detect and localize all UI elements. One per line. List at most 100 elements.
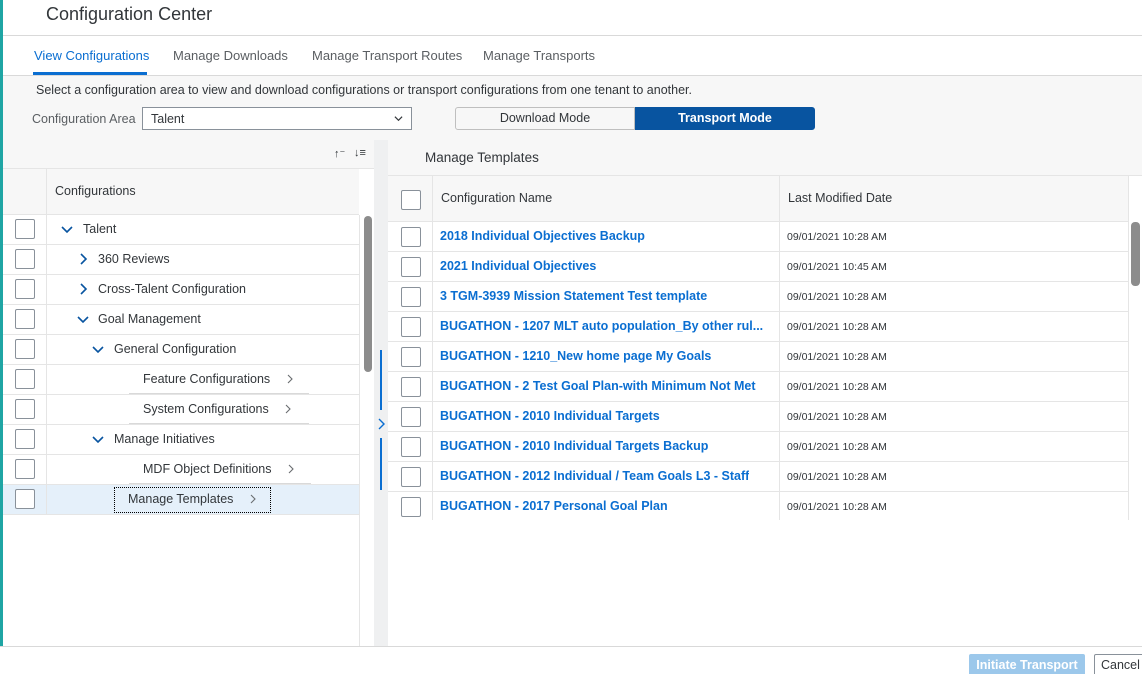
- table-row[interactable]: BUGATHON - 1207 MLT auto population_By o…: [388, 312, 1128, 342]
- chevron-right-icon[interactable]: [77, 253, 89, 265]
- configuration-name-link[interactable]: BUGATHON - 2010 Individual Targets Backu…: [440, 439, 708, 453]
- tree-row-manage-initiatives[interactable]: Manage Initiatives: [3, 425, 359, 455]
- footer-toolbar: Initiate Transport Cancel: [0, 646, 1142, 674]
- row-checkbox[interactable]: [401, 467, 421, 487]
- cancel-button[interactable]: Cancel: [1094, 654, 1142, 674]
- last-modified-date: 09/01/2021 10:28 AM: [787, 231, 887, 243]
- configuration-area-value: Talent: [151, 112, 185, 126]
- sort-ascending-icon[interactable]: ↑⁻: [334, 147, 345, 160]
- configuration-name-link[interactable]: BUGATHON - 2017 Personal Goal Plan: [440, 499, 668, 513]
- table-row[interactable]: BUGATHON - 2 Test Goal Plan-with Minimum…: [388, 372, 1128, 402]
- tree-row-mdf-object-definitions[interactable]: MDF Object Definitions: [3, 455, 359, 485]
- row-checkbox[interactable]: [15, 459, 35, 479]
- tree-scrollbar[interactable]: [359, 215, 374, 646]
- row-checkbox[interactable]: [401, 317, 421, 337]
- tree-label: Manage Initiatives: [114, 432, 215, 446]
- row-checkbox[interactable]: [401, 227, 421, 247]
- tab-view-configurations[interactable]: View Configurations: [34, 48, 149, 63]
- row-checkbox[interactable]: [401, 257, 421, 277]
- configuration-name-link[interactable]: BUGATHON - 1210_New home page My Goals: [440, 349, 711, 363]
- configuration-name-link[interactable]: BUGATHON - 2012 Individual / Team Goals …: [440, 469, 749, 483]
- last-modified-date: 09/01/2021 10:28 AM: [787, 441, 887, 453]
- row-checkbox[interactable]: [401, 287, 421, 307]
- table-row[interactable]: BUGATHON - 2010 Individual Targets Backu…: [388, 432, 1128, 462]
- tree-scrollbar-thumb[interactable]: [364, 216, 372, 372]
- configuration-name-link[interactable]: BUGATHON - 1207 MLT auto population_By o…: [440, 319, 763, 333]
- table-scrollbar-thumb[interactable]: [1131, 222, 1140, 286]
- column-header-configuration-name[interactable]: Configuration Name: [441, 191, 552, 205]
- tab-manage-downloads[interactable]: Manage Downloads: [173, 48, 288, 63]
- navigation-arrow-icon[interactable]: [248, 494, 258, 504]
- row-checkbox[interactable]: [15, 429, 35, 449]
- configuration-name-link[interactable]: 3 TGM-3939 Mission Statement Test templa…: [440, 289, 707, 303]
- last-modified-date: 09/01/2021 10:28 AM: [787, 411, 887, 423]
- configuration-area-label: Configuration Area: [32, 112, 136, 126]
- tree-toolbar: ↑⁻ ↓≡: [3, 140, 374, 169]
- chevron-down-icon[interactable]: [77, 313, 89, 325]
- last-modified-date: 09/01/2021 10:45 AM: [787, 261, 887, 273]
- initiate-transport-button[interactable]: Initiate Transport: [969, 654, 1085, 674]
- row-checkbox[interactable]: [401, 407, 421, 427]
- tree-label: System Configurations: [143, 402, 269, 416]
- table-row[interactable]: BUGATHON - 2010 Individual Targets 09/01…: [388, 402, 1128, 432]
- table-row[interactable]: 2018 Individual Objectives Backup 09/01/…: [388, 222, 1128, 252]
- table-scrollbar[interactable]: [1128, 176, 1142, 520]
- configuration-name-link[interactable]: BUGATHON - 2 Test Goal Plan-with Minimum…: [440, 379, 756, 393]
- sort-descending-icon[interactable]: ↓≡: [354, 147, 366, 159]
- tree-row-manage-templates[interactable]: Manage Templates: [3, 485, 359, 515]
- chevron-down-icon[interactable]: [61, 223, 73, 235]
- column-header-last-modified-date[interactable]: Last Modified Date: [788, 191, 892, 205]
- row-checkbox[interactable]: [401, 377, 421, 397]
- tree-row-system-configurations[interactable]: System Configurations: [3, 395, 359, 425]
- row-checkbox[interactable]: [401, 497, 421, 517]
- navigation-arrow-icon[interactable]: [286, 464, 296, 474]
- transport-mode-button[interactable]: Transport Mode: [635, 107, 815, 130]
- configuration-name-link[interactable]: BUGATHON - 2010 Individual Targets: [440, 409, 660, 423]
- row-checkbox[interactable]: [15, 249, 35, 269]
- row-checkbox[interactable]: [401, 437, 421, 457]
- select-all-checkbox[interactable]: [401, 190, 421, 210]
- table-row[interactable]: BUGATHON - 2012 Individual / Team Goals …: [388, 462, 1128, 492]
- tab-manage-transport-routes[interactable]: Manage Transport Routes: [312, 48, 462, 63]
- table-title: Manage Templates: [425, 150, 539, 165]
- row-checkbox[interactable]: [15, 399, 35, 419]
- chevron-right-icon[interactable]: [77, 283, 89, 295]
- last-modified-date: 09/01/2021 10:28 AM: [787, 321, 887, 333]
- tree-label: Feature Configurations: [143, 372, 271, 386]
- row-checkbox[interactable]: [15, 339, 35, 359]
- tree-row-goal-management[interactable]: Goal Management: [3, 305, 359, 335]
- chevron-right-icon[interactable]: [377, 418, 386, 430]
- tree-row-cross-talent-configuration[interactable]: Cross-Talent Configuration: [3, 275, 359, 305]
- tree-label: Talent: [83, 222, 117, 236]
- download-mode-button[interactable]: Download Mode: [455, 107, 635, 130]
- row-checkbox[interactable]: [401, 347, 421, 367]
- table-row[interactable]: BUGATHON - 2017 Personal Goal Plan 09/01…: [388, 492, 1128, 522]
- chevron-down-icon[interactable]: [92, 343, 104, 355]
- last-modified-date: 09/01/2021 10:28 AM: [787, 471, 887, 483]
- row-checkbox[interactable]: [15, 219, 35, 239]
- tree-row-general-configuration[interactable]: General Configuration: [3, 335, 359, 365]
- row-checkbox[interactable]: [15, 309, 35, 329]
- pane-splitter[interactable]: [374, 140, 388, 646]
- tree-header-checkbox-column: [3, 169, 47, 215]
- description-text: Select a configuration area to view and …: [36, 83, 692, 97]
- table-empty-area: [388, 520, 1142, 646]
- tab-manage-transports[interactable]: Manage Transports: [483, 48, 595, 63]
- navigation-arrow-icon[interactable]: [283, 404, 293, 414]
- table-row[interactable]: BUGATHON - 1210_New home page My Goals 0…: [388, 342, 1128, 372]
- table-row[interactable]: 3 TGM-3939 Mission Statement Test templa…: [388, 282, 1128, 312]
- row-checkbox[interactable]: [15, 489, 35, 509]
- chevron-down-icon[interactable]: [92, 433, 104, 445]
- templates-table-pane: Manage Templates Configuration Name Last…: [388, 140, 1142, 646]
- tree-label: MDF Object Definitions: [143, 462, 272, 476]
- table-row[interactable]: 2021 Individual Objectives 09/01/2021 10…: [388, 252, 1128, 282]
- tree-row-talent[interactable]: Talent: [3, 215, 359, 245]
- row-checkbox[interactable]: [15, 279, 35, 299]
- configuration-name-link[interactable]: 2021 Individual Objectives: [440, 259, 596, 273]
- configuration-area-select[interactable]: Talent: [142, 107, 412, 130]
- configuration-name-link[interactable]: 2018 Individual Objectives Backup: [440, 229, 645, 243]
- navigation-arrow-icon[interactable]: [285, 374, 295, 384]
- tree-row-feature-configurations[interactable]: Feature Configurations: [3, 365, 359, 395]
- row-checkbox[interactable]: [15, 369, 35, 389]
- tree-row-360-reviews[interactable]: 360 Reviews: [3, 245, 359, 275]
